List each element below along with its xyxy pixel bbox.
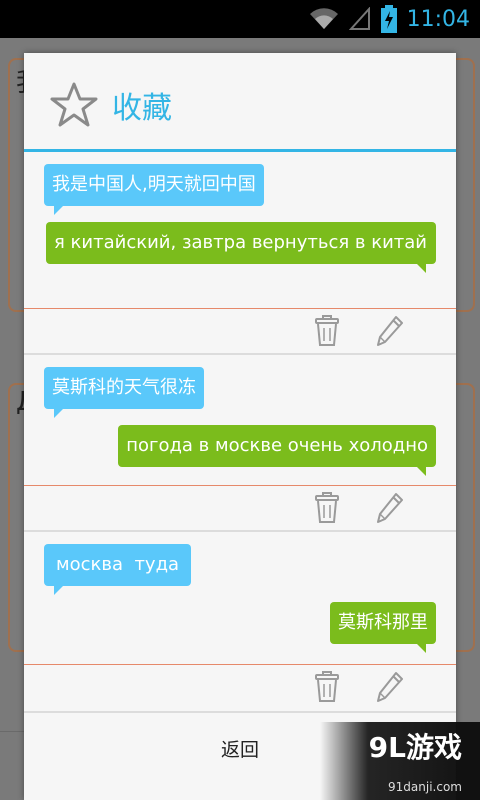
translation-text-bubble: погода в москве очень холодно — [118, 425, 436, 476]
dialog-header: 收藏 — [24, 53, 456, 152]
pencil-icon[interactable] — [376, 671, 404, 703]
source-text-bubble: москва туда — [44, 544, 192, 595]
star-icon — [50, 82, 98, 127]
trash-icon[interactable] — [313, 315, 341, 347]
trash-icon[interactable] — [313, 671, 341, 703]
trash-icon[interactable] — [313, 492, 341, 524]
translation-text-bubble: я китайский, завтра вернуться в китай — [46, 222, 436, 273]
favorite-entry: 莫斯科的天气很冻 погода в москве очень холодно — [24, 355, 456, 486]
dialog-title: 收藏 — [112, 91, 172, 126]
source-text-bubble: 莫斯科的天气很冻 — [44, 367, 204, 418]
battery-charging-icon — [380, 5, 397, 33]
pencil-icon[interactable] — [376, 492, 404, 524]
watermark-url: 91danji.com — [388, 780, 462, 794]
status-icons: 11:04 — [309, 0, 470, 38]
source-text-bubble: 我是中国人,明天就回中国 — [44, 164, 264, 215]
wifi-icon — [309, 8, 338, 30]
entry-actions — [24, 309, 456, 353]
status-bar: 11:04 — [0, 0, 480, 38]
favorite-entry: москва туда 莫斯科那里 — [24, 532, 456, 665]
signal-icon — [348, 7, 370, 30]
entry-actions — [24, 486, 456, 530]
entry-actions — [24, 665, 456, 709]
translation-text-bubble: 莫斯科那里 — [330, 602, 436, 653]
favorites-dialog: 收藏 我是中国人,明天就回中国 я китайский, завтра верн… — [24, 53, 456, 800]
pencil-icon[interactable] — [376, 315, 404, 347]
watermark: 9L游戏 91danji.com — [320, 722, 480, 800]
watermark-logo: 9L游戏 — [368, 731, 462, 764]
favorite-entry: 我是中国人,明天就回中国 я китайский, завтра вернуть… — [24, 152, 456, 309]
status-time: 11:04 — [406, 6, 470, 32]
